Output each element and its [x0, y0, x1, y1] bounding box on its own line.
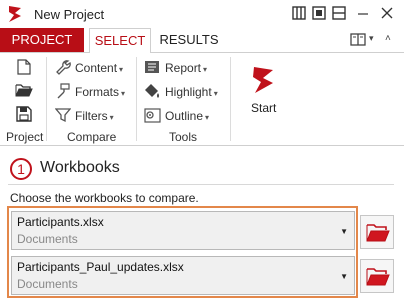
app-logo-icon [9, 6, 21, 22]
outline-label: Outline [165, 109, 204, 123]
open-folder-icon[interactable] [15, 83, 33, 97]
chevron-down-icon: ▾ [213, 89, 218, 98]
start-label: Start [251, 101, 277, 115]
step-number-badge: 1 [10, 158, 32, 180]
workbook-folder: Documents [17, 277, 78, 291]
tab-results[interactable]: RESULTS [155, 28, 223, 52]
ribbon: Project Content ▾ Formats ▾ Filters ▾ Compa… [0, 52, 404, 146]
highlight-label: Highlight [165, 85, 212, 99]
project-group-label: Project [6, 130, 44, 144]
section-title: Workbooks [40, 159, 120, 176]
compare-group-label: Compare [67, 130, 117, 144]
outline-icon [144, 108, 161, 123]
wrench-icon [56, 60, 71, 75]
ribbon-separator [230, 57, 231, 141]
outline-button[interactable]: Outline ▾ [165, 109, 209, 123]
formats-label: Formats [75, 85, 120, 99]
chevron-down-icon: ▾ [203, 65, 208, 74]
paint-bucket-icon [145, 84, 159, 98]
formats-button[interactable]: Formats ▾ [75, 85, 125, 99]
content-button[interactable]: Content ▾ [75, 61, 123, 75]
workbook-select-2[interactable]: Participants_Paul_updates.xlsx Documents… [11, 256, 355, 295]
tab-select[interactable]: SELECT [89, 28, 151, 53]
section-divider [8, 184, 394, 185]
content-label: Content [75, 61, 118, 75]
dropdown-arrow-icon: ▼ [340, 272, 348, 281]
filter-icon [55, 108, 71, 123]
new-file-icon[interactable] [17, 59, 31, 75]
ribbon-separator [136, 57, 137, 141]
open-folder-icon [366, 268, 390, 286]
layout-columns-icon[interactable] [292, 6, 306, 20]
title-bar: New Project [0, 0, 404, 28]
workbook-name: Participants_Paul_updates.xlsx [17, 260, 184, 274]
save-icon[interactable] [16, 106, 32, 122]
chevron-down-icon: ▾ [109, 113, 114, 122]
chevron-down-icon: ▾ [119, 65, 124, 74]
view-dropdown-icon[interactable]: ▾ [369, 33, 374, 44]
start-button[interactable]: Start [240, 61, 286, 123]
chevron-down-icon: ▾ [121, 89, 126, 98]
close-icon[interactable] [380, 6, 394, 20]
browse-folder-button-1[interactable] [360, 215, 394, 249]
filters-label: Filters [75, 109, 108, 123]
filters-button[interactable]: Filters ▾ [75, 109, 114, 123]
view-layout-icon[interactable] [350, 33, 366, 50]
workbook-folder: Documents [17, 232, 78, 246]
report-label: Report [165, 61, 202, 75]
tools-group-label: Tools [169, 130, 198, 144]
collapse-ribbon-icon[interactable]: ˄ [385, 33, 391, 44]
ribbon-tabs: PROJECT SELECT RESULTS [0, 28, 404, 53]
window-title: New Project [34, 7, 105, 22]
layout-single-icon[interactable] [312, 6, 326, 20]
minimize-icon[interactable] [356, 6, 370, 20]
report-icon [145, 61, 159, 73]
workbook-select-1[interactable]: Participants.xlsx Documents ▼ [11, 211, 355, 250]
chevron-down-icon: ▾ [205, 113, 210, 122]
tab-project[interactable]: PROJECT [0, 28, 84, 52]
workbook-name: Participants.xlsx [17, 215, 104, 229]
brush-icon [57, 83, 70, 99]
start-logo-icon [253, 67, 273, 93]
dropdown-arrow-icon: ▼ [340, 227, 348, 236]
ribbon-separator [46, 57, 47, 141]
highlight-button[interactable]: Highlight ▾ [165, 85, 218, 99]
report-button[interactable]: Report ▾ [165, 61, 207, 75]
layout-rows-icon[interactable] [332, 6, 346, 20]
instruction-text: Choose the workbooks to compare. [10, 191, 199, 205]
browse-folder-button-2[interactable] [360, 259, 394, 293]
open-folder-icon [366, 224, 390, 242]
